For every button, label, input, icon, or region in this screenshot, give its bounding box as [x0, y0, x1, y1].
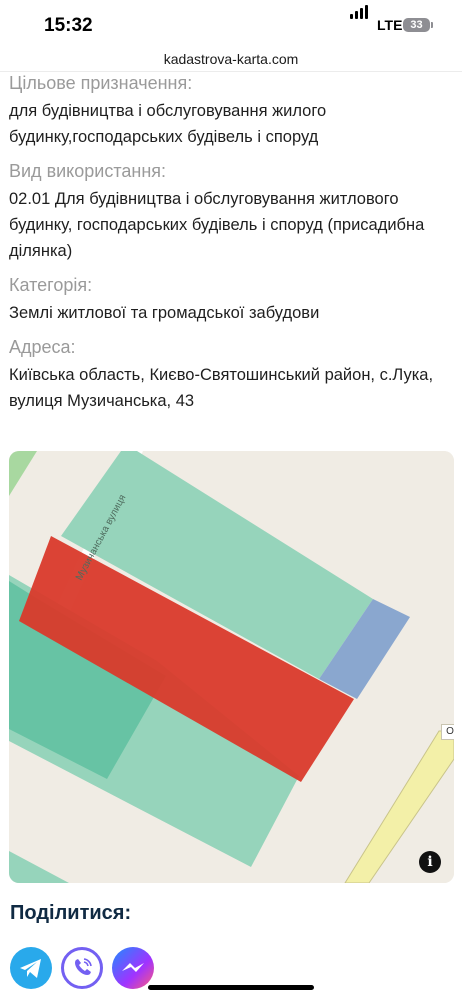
messenger-button[interactable] — [112, 947, 154, 989]
address-value: Київська область, Києво-Святошинський ра… — [9, 366, 434, 410]
usage-value: 02.01 Для будівництва і обслуговування ж… — [9, 190, 425, 260]
address-label: Адреса: — [9, 337, 76, 357]
purpose-value: для будівництва і обслуговування жилого … — [9, 102, 327, 146]
viber-button[interactable] — [61, 947, 103, 989]
battery-tip — [431, 22, 433, 28]
battery-level: 33 — [410, 19, 423, 31]
battery-icon: 33 — [403, 18, 430, 32]
network-type: LTE — [377, 17, 403, 33]
map-canvas[interactable]: Музичанська вулиця — [9, 451, 454, 883]
parcel-info: Цільове призначення: для будівництва і о… — [9, 70, 454, 414]
status-bar: 15:32 LTE 33 — [0, 0, 462, 48]
share-title: Поділитися: — [10, 902, 132, 924]
category-value: Землі житлової та громадської забудови — [9, 304, 320, 322]
home-indicator — [148, 985, 314, 990]
viber-icon — [75, 958, 92, 975]
telegram-button[interactable] — [10, 947, 52, 989]
category-label: Категорія: — [9, 275, 93, 295]
cadastral-map[interactable]: Музичанська вулиця О i — [9, 451, 454, 883]
info-icon[interactable]: i — [419, 851, 441, 873]
telegram-icon — [20, 959, 41, 978]
purpose-label: Цільове призначення: — [9, 73, 193, 93]
map-edge-label: О — [441, 724, 454, 740]
messenger-icon — [122, 963, 144, 972]
address-bar[interactable]: kadastrova-karta.com — [0, 47, 462, 71]
status-time: 15:32 — [44, 15, 93, 36]
usage-label: Вид використання: — [9, 161, 167, 181]
